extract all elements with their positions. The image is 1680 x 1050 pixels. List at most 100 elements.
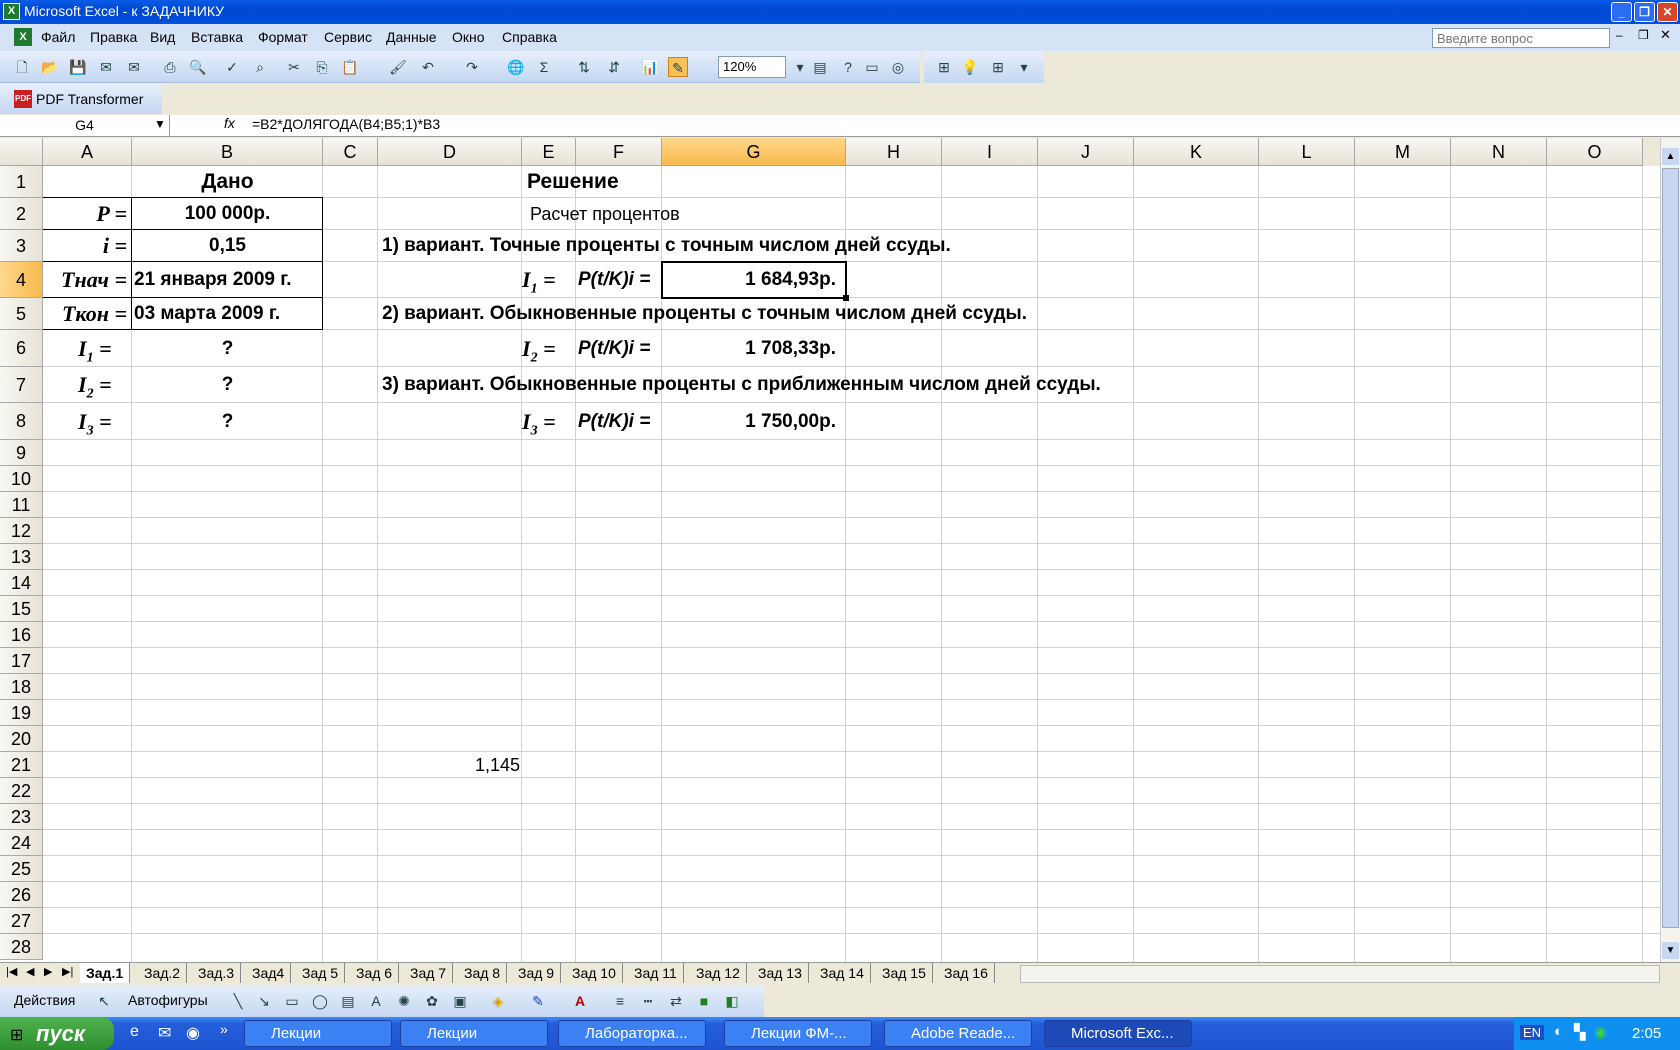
actions-menu[interactable]: Действия	[14, 992, 75, 1008]
diagram-icon[interactable]: ✺	[394, 991, 414, 1011]
cell-b7[interactable]: ?	[132, 367, 323, 403]
restore-button[interactable]: ❐	[1634, 2, 1655, 22]
column-header-a[interactable]: A	[43, 138, 132, 166]
row-header-4[interactable]: 4	[0, 262, 43, 298]
sheet-tab-1[interactable]: Зад.1	[80, 963, 131, 983]
save-icon[interactable]: 💾	[68, 57, 88, 77]
name-box[interactable]: G4	[0, 115, 170, 136]
cell-e8[interactable]: I3 =	[522, 403, 556, 440]
task-lab[interactable]: Лабораторка...	[558, 1020, 706, 1047]
tray-icon-2[interactable]: ▚	[1574, 1023, 1586, 1041]
text-box-icon[interactable]: ▭	[862, 57, 882, 77]
textbox-icon[interactable]: ▤	[338, 991, 358, 1011]
row-header-28[interactable]: 28	[0, 934, 43, 960]
row-header-8[interactable]: 8	[0, 403, 43, 440]
column-header-n[interactable]: N	[1451, 138, 1547, 166]
minimize-button[interactable]: _	[1611, 2, 1632, 22]
row-header-2[interactable]: 2	[0, 198, 43, 230]
row-header-20[interactable]: 20	[0, 726, 43, 752]
vertical-scrollbar[interactable]: ▲ ▼	[1660, 138, 1680, 962]
quicklaunch-more-icon[interactable]: »	[220, 1021, 228, 1037]
clock[interactable]: 2:05	[1632, 1025, 1661, 1042]
picture-icon[interactable]: ▣	[450, 991, 470, 1011]
cell-a6[interactable]: I1 =	[78, 330, 112, 367]
select-objects-icon[interactable]: ↖	[94, 991, 114, 1011]
row-header-7[interactable]: 7	[0, 367, 43, 403]
column-header-f[interactable]: F	[576, 138, 662, 166]
cell-e6[interactable]: I2 =	[522, 330, 556, 367]
row-header-21[interactable]: 21	[0, 752, 43, 778]
task-lectures-2[interactable]: Лекции	[400, 1020, 548, 1047]
row-header-27[interactable]: 27	[0, 908, 43, 934]
rectangle-icon[interactable]: ▭	[282, 991, 302, 1011]
insert-function-icon[interactable]: fx	[224, 115, 235, 131]
row-header-14[interactable]: 14	[0, 570, 43, 596]
row-header-12[interactable]: 12	[0, 518, 43, 544]
task-lectures-fm[interactable]: Лекции ФМ-...	[724, 1020, 872, 1047]
scroll-up-icon[interactable]: ▲	[1662, 148, 1679, 165]
prev-sheet-icon[interactable]: ◀	[26, 965, 34, 978]
row-header-13[interactable]: 13	[0, 544, 43, 570]
vertical-scroll-thumb[interactable]	[1662, 168, 1679, 928]
cell-f6[interactable]: P(t/K)i =	[578, 330, 650, 367]
hyperlink-icon[interactable]: 🌐	[506, 57, 526, 77]
column-header-c[interactable]: C	[323, 138, 378, 166]
menu-format[interactable]: Формат	[258, 29, 308, 45]
row-header-18[interactable]: 18	[0, 674, 43, 700]
menu-file[interactable]: Файл	[41, 29, 75, 45]
cell-f4[interactable]: P(t/K)i =	[578, 262, 650, 298]
outlook-icon[interactable]: ✉	[158, 1023, 171, 1043]
cell-g6[interactable]: 1 708,33р.	[662, 330, 842, 367]
column-header-i[interactable]: I	[942, 138, 1038, 166]
sheet-tab-16[interactable]: Зад 16	[938, 963, 995, 983]
pdf-transformer-button[interactable]: PDF Transformer	[36, 91, 143, 107]
row-header-15[interactable]: 15	[0, 596, 43, 622]
target-icon[interactable]: ◎	[888, 57, 908, 77]
menu-window[interactable]: Окно	[452, 29, 485, 45]
line-style-icon[interactable]: ≡	[610, 991, 630, 1011]
sheet-tab-12[interactable]: Зад 12	[690, 963, 747, 983]
row-header-19[interactable]: 19	[0, 700, 43, 726]
cut-icon[interactable]: ✂	[284, 57, 304, 77]
cell-e4[interactable]: I1 =	[522, 262, 556, 298]
borders-dropdown-icon[interactable]: ▾	[1014, 57, 1034, 77]
menu-tools[interactable]: Сервис	[324, 29, 372, 45]
row-header-3[interactable]: 3	[0, 230, 43, 262]
formula-input[interactable]: =B2*ДОЛЯГОДА(B4;B5;1)*B3	[252, 116, 440, 132]
horizontal-scrollbar[interactable]	[1020, 965, 1660, 983]
row-header-26[interactable]: 26	[0, 882, 43, 908]
format-painter-icon[interactable]: 🖌	[388, 57, 408, 77]
column-header-e[interactable]: E	[522, 138, 576, 166]
cell-b8[interactable]: ?	[132, 403, 323, 440]
cell-b2[interactable]: 100 000р.	[132, 198, 323, 230]
column-header-m[interactable]: M	[1355, 138, 1451, 166]
row-header-1[interactable]: 1	[0, 166, 43, 198]
row-header-9[interactable]: 9	[0, 440, 43, 466]
sort-descending-icon[interactable]: ⇵	[604, 57, 624, 77]
autosum-icon[interactable]: Σ	[534, 57, 554, 77]
media-icon[interactable]: ◉	[186, 1023, 200, 1043]
paste-icon[interactable]: 📋	[340, 57, 360, 77]
cell-e1[interactable]: Решение	[527, 166, 619, 198]
research-icon[interactable]: ⌕	[250, 57, 270, 77]
oval-icon[interactable]: ◯	[310, 991, 330, 1011]
task-lectures-1[interactable]: Лекции	[244, 1020, 392, 1047]
cell-b4[interactable]: 21 января 2009 г.	[134, 262, 323, 298]
column-header-b[interactable]: B	[132, 138, 323, 166]
column-header-d[interactable]: D	[378, 138, 522, 166]
sheet-tab-4[interactable]: Зад4	[246, 963, 292, 983]
zoom-dropdown-icon[interactable]: ▾	[790, 57, 810, 77]
column-header-g[interactable]: G	[662, 138, 846, 166]
cell-b6[interactable]: ?	[132, 330, 323, 367]
cell-d21[interactable]: 1,145	[378, 752, 520, 778]
arrow-icon[interactable]: ↘	[254, 991, 274, 1011]
cell-d3[interactable]: 1) вариант. Точные проценты с точным чис…	[382, 230, 951, 262]
first-sheet-icon[interactable]: |◀	[6, 965, 17, 978]
sheet-tab-14[interactable]: Зад 14	[814, 963, 871, 983]
row-header-17[interactable]: 17	[0, 648, 43, 674]
dash-style-icon[interactable]: ┅	[638, 991, 658, 1011]
tray-icon-1[interactable]: ◐	[1554, 1023, 1563, 1040]
row-header-22[interactable]: 22	[0, 778, 43, 804]
row-header-24[interactable]: 24	[0, 830, 43, 856]
print-preview-icon[interactable]: 🔍	[188, 57, 208, 77]
